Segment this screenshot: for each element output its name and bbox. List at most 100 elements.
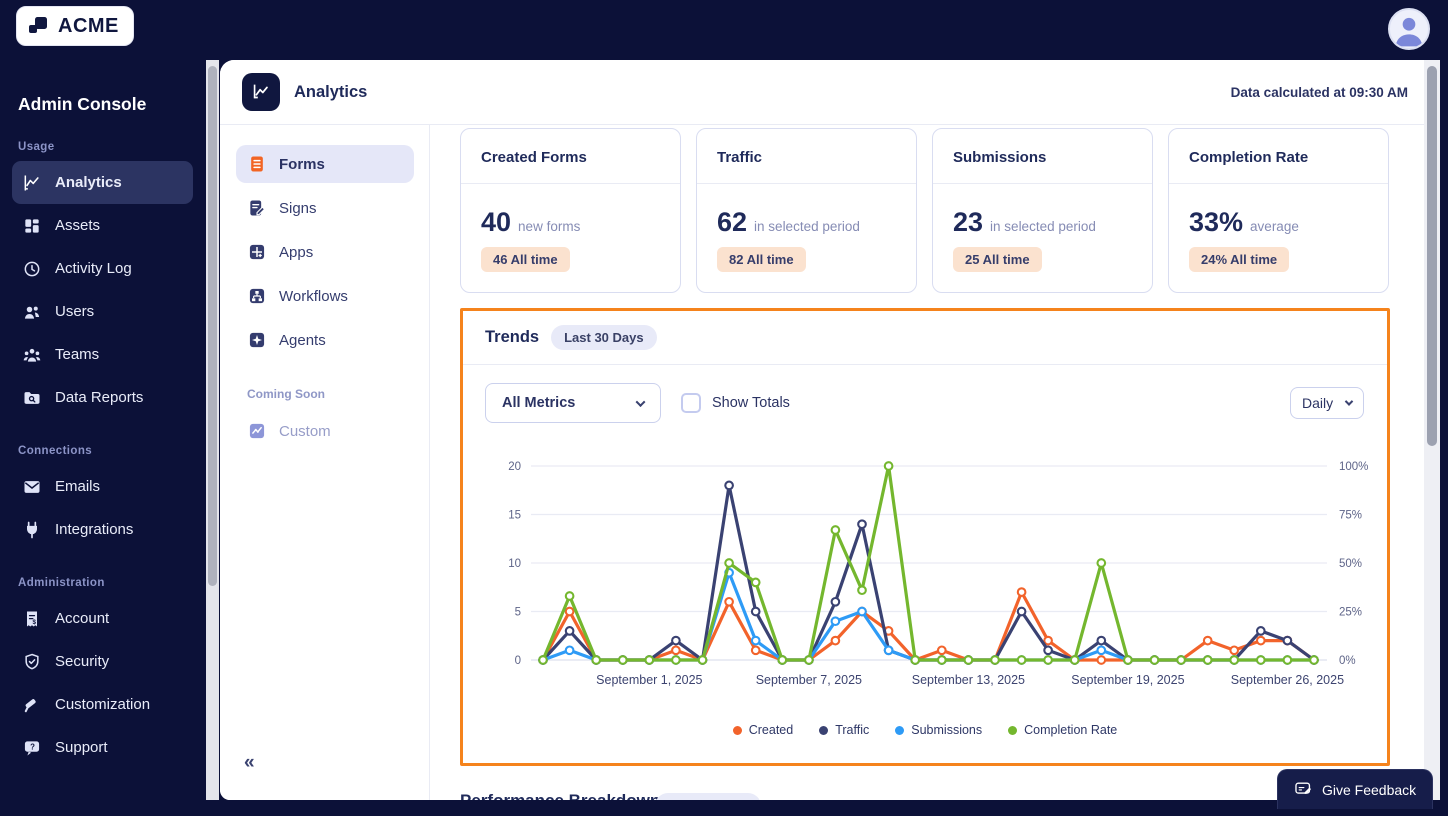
brand-logo[interactable]: ACME [16,6,134,46]
stat-value: 62 [717,207,748,237]
stat-card-created-forms: Created Forms 40 new forms 46 All time [460,128,681,293]
sidebar-item-data-reports[interactable]: Data Reports [12,376,193,419]
subnav-item-apps[interactable]: Apps [236,233,414,271]
legend-dot [732,725,742,735]
stat-unit: average [1250,219,1299,234]
show-totals-label: Show Totals [712,395,790,411]
sidebar-item-account[interactable]: $ Account [12,597,193,640]
legend-item-created[interactable]: Created [732,723,793,737]
stat-card-title: Submissions [953,149,1047,166]
user-avatar[interactable] [1388,8,1430,50]
svg-text:September 26, 2025: September 26, 2025 [1231,673,1344,687]
stat-value: 23 [953,207,984,237]
legend-label: Completion Rate [1024,723,1118,737]
period-badge: Last 30 Days [551,325,657,350]
stat-unit: in selected period [990,219,1096,234]
metrics-select[interactable]: All Metrics [485,383,661,423]
sidebar-item-label: Analytics [55,174,122,191]
subnav-item-label: Custom [279,422,331,440]
subnav-item-agents[interactable]: Agents [236,321,414,359]
page-title: Analytics [294,83,368,101]
trends-chart: 0 0% 5 25% 10 50% 15 75% 20 100% September 1, 2025… [508,461,1368,687]
subnav-item-signs[interactable]: Signs [236,189,414,227]
all-time-badge: 24% All time [1189,247,1290,272]
sidebar-item-customization[interactable]: Customization [12,683,193,726]
subnav-item-workflows[interactable]: Workflows [236,277,414,315]
give-feedback-button[interactable]: Give Feedback [1277,769,1434,809]
sidebar-item-support[interactable]: ? Support [12,726,193,769]
sidebar-item-security[interactable]: Security [12,640,193,683]
svg-text:5: 5 [515,607,521,619]
svg-text:September 13, 2025: September 13, 2025 [912,673,1025,687]
svg-text:0%: 0% [1339,655,1356,667]
sidebar-item-assets[interactable]: Assets [12,204,193,247]
stat-card-title: Traffic [717,149,763,166]
legend-item-submissions[interactable]: Submissions [895,723,982,737]
left-scrollbar-thumb[interactable] [208,66,217,586]
trends-title: Trends [485,328,540,346]
svg-text:September 7, 2025: September 7, 2025 [756,673,862,687]
show-totals-checkbox[interactable] [681,393,701,413]
workflows-icon [249,288,265,304]
all-time-badge: 25 All time [953,247,1042,272]
sidebar-item-users[interactable]: Users [12,290,193,333]
section-label-administration: Administration [18,577,105,589]
svg-text:?: ? [30,742,35,751]
svg-text:10: 10 [508,558,521,570]
subnav-item-label: Agents [279,331,326,349]
sidebar-item-teams[interactable]: Teams [12,333,193,376]
activity-log-icon [24,261,40,276]
subnav-item-forms[interactable]: Forms [236,145,414,183]
paint-roller-icon [24,698,36,712]
right-scrollbar-thumb[interactable] [1427,66,1437,446]
svg-text:$: $ [33,618,37,625]
subnav-item-label: Workflows [279,287,348,305]
stat-card-title: Created Forms [481,149,587,166]
legend-item-completion-rate[interactable]: Completion Rate [1008,723,1117,737]
forms-icon [251,156,263,172]
sidebar-item-integrations[interactable]: Integrations [12,508,193,551]
collapse-sidebar-button[interactable]: « [244,752,255,774]
sidebar-item-analytics[interactable]: Analytics [12,161,193,204]
svg-text:20: 20 [508,461,521,473]
sidebar-item-label: Activity Log [55,260,132,277]
agents-icon [249,332,265,348]
data-calculated-note: Data calculated at 09:30 AM [1230,85,1408,100]
help-bubble-icon: ? [24,740,40,755]
next-section-title: Performance Breakdown [460,791,660,800]
stat-card-title: Completion Rate [1189,149,1309,166]
feedback-icon [1295,782,1312,794]
all-time-badge: 46 All time [481,247,570,272]
data-reports-icon [24,391,40,404]
signs-icon [250,200,266,216]
sidebar-item-label: Security [55,653,110,670]
assets-icon [25,218,39,233]
account-icon: $ [27,611,37,626]
metrics-select-value: All Metrics [502,395,576,411]
svg-text:25%: 25% [1339,607,1362,619]
bottom-strip [205,800,1448,816]
right-scrollbar-track[interactable] [1424,60,1440,800]
shield-check-icon [25,653,39,669]
granularity-select[interactable]: Daily [1290,387,1364,419]
granularity-select-value: Daily [1302,395,1334,411]
left-scrollbar-track[interactable] [206,60,219,816]
chevron-down-icon [1344,397,1354,406]
subnav-item-custom[interactable]: Custom [236,412,414,450]
trends-header: Trends Last 30 Days [463,311,1387,365]
stat-unit: in selected period [754,219,860,234]
legend-item-traffic[interactable]: Traffic [819,723,869,737]
stat-card-completion-rate: Completion Rate 33% average 24% All time [1168,128,1389,293]
topbar: ACME [0,0,1448,60]
subnav-item-label: Apps [279,243,314,261]
sidebar-item-label: Assets [55,217,101,234]
svg-text:0: 0 [515,655,521,667]
stat-cards-row: Created Forms 40 new forms 46 All time Tr… [460,128,1389,293]
legend-dot [895,725,905,735]
trends-panel: Trends Last 30 Days All Metrics Show Tot… [460,308,1390,766]
stat-card-submissions: Submissions 23 in selected period 25 All … [932,128,1153,293]
sidebar-item-emails[interactable]: Emails [12,465,193,508]
teams-icon [23,348,41,362]
sidebar-item-activity-log[interactable]: Activity Log [12,247,193,290]
custom-icon [249,423,265,439]
